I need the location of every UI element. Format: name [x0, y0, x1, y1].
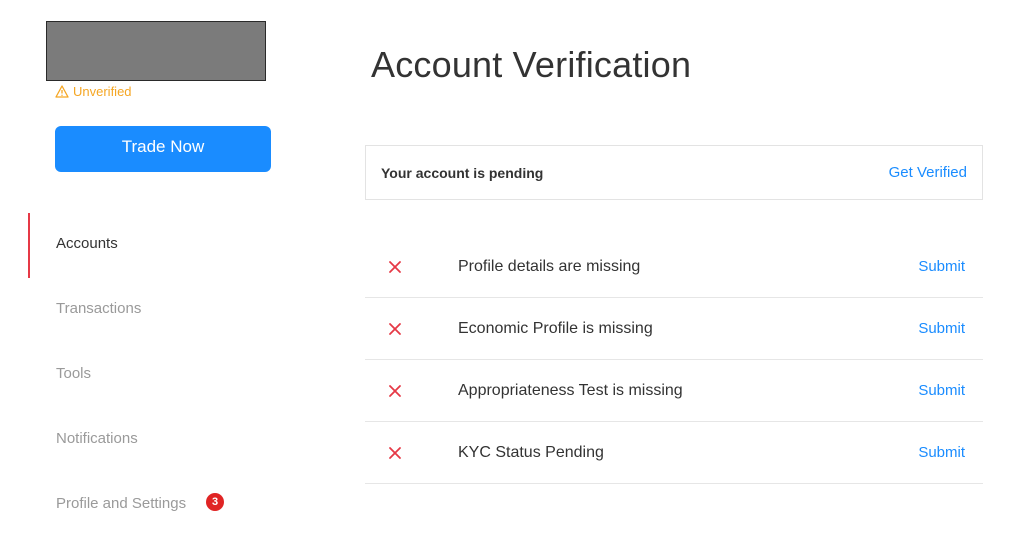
sidebar-item-profile-settings[interactable]: Profile and Settings 3: [0, 473, 320, 538]
sidebar-item-label: Transactions: [56, 300, 142, 317]
sidebar-item-label: Notifications: [56, 430, 138, 447]
checklist-row: Economic Profile is missing Submit: [365, 298, 983, 360]
status-label: Unverified: [73, 84, 132, 99]
checklist-text: KYC Status Pending: [458, 443, 604, 461]
x-icon: [389, 322, 401, 335]
pending-status-box: Your account is pending Get Verified: [365, 145, 983, 200]
submit-link[interactable]: Submit: [918, 258, 965, 275]
sidebar-item-label: Tools: [56, 365, 92, 382]
x-icon: [389, 260, 401, 273]
sidebar-item-label: Accounts: [56, 235, 118, 252]
x-icon: [389, 384, 401, 397]
checklist-text: Profile details are missing: [458, 257, 641, 275]
checklist-row: Profile details are missing Submit: [365, 236, 983, 298]
trade-now-button[interactable]: Trade Now: [55, 126, 271, 172]
checklist-row: KYC Status Pending Submit: [365, 422, 983, 484]
submit-link[interactable]: Submit: [918, 320, 965, 337]
sidebar-item-notifications[interactable]: Notifications: [0, 408, 320, 473]
get-verified-link[interactable]: Get Verified: [889, 164, 967, 181]
sidebar-nav: Accounts Transactions Tools Notification…: [0, 213, 320, 538]
verification-checklist: Profile details are missing Submit Econo…: [365, 236, 983, 484]
notification-badge: 3: [206, 492, 225, 511]
checklist-text: Appropriateness Test is missing: [458, 381, 683, 399]
verification-status: Unverified: [55, 84, 132, 99]
sidebar-item-accounts[interactable]: Accounts: [0, 213, 320, 278]
checklist-row: Appropriateness Test is missing Submit: [365, 360, 983, 422]
sidebar-item-label: Profile and Settings: [56, 495, 187, 512]
sidebar-item-transactions[interactable]: Transactions: [0, 278, 320, 343]
redacted-user-info: [46, 21, 266, 81]
checklist-text: Economic Profile is missing: [458, 319, 653, 337]
submit-link[interactable]: Submit: [918, 382, 965, 399]
warning-icon: [55, 85, 69, 98]
sidebar-item-tools[interactable]: Tools: [0, 343, 320, 408]
submit-link[interactable]: Submit: [918, 444, 965, 461]
pending-message: Your account is pending: [381, 164, 544, 181]
sidebar: Unverified Trade Now Accounts Transactio…: [0, 0, 320, 545]
page-title: Account Verification: [371, 44, 692, 85]
x-icon: [389, 446, 401, 459]
